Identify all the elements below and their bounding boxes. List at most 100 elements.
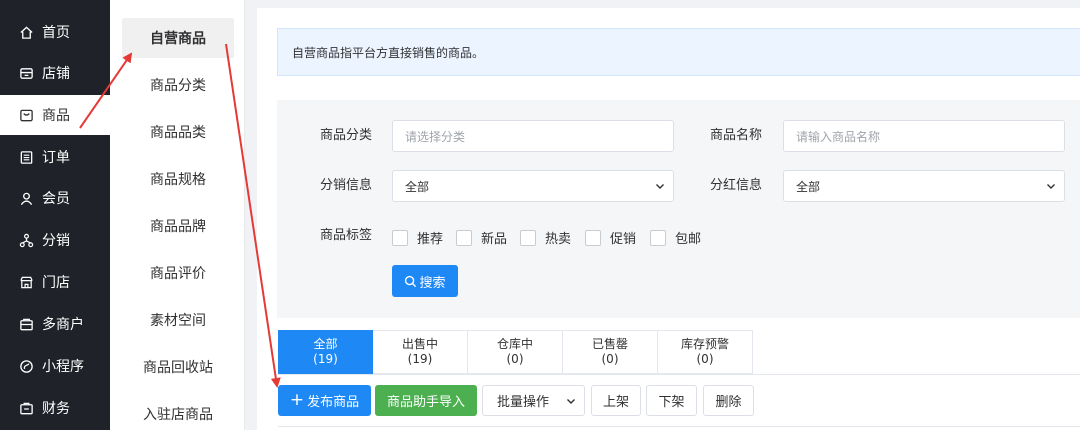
filter-panel: 商品分类 请选择分类 商品名称 请输入商品名称 分销信息 全部 分红信息 全部 … bbox=[277, 100, 1080, 318]
distribution-value: 全部 bbox=[405, 179, 430, 194]
tab-count: (19) bbox=[407, 352, 433, 366]
publish-goods-button[interactable]: + 发布商品 bbox=[278, 385, 371, 416]
checkbox-square[interactable] bbox=[650, 229, 666, 246]
tags-label: 商品标签 bbox=[319, 228, 372, 243]
distribution-select[interactable]: 全部 bbox=[392, 170, 674, 202]
checkbox-square[interactable] bbox=[585, 229, 601, 246]
tab-count: (0) bbox=[601, 352, 619, 366]
delete-button[interactable]: 删除 bbox=[703, 385, 754, 416]
tab-sold-out[interactable]: 已售罄 (0) bbox=[563, 330, 658, 374]
tab-label: 库存预警 bbox=[680, 337, 729, 351]
category-placeholder: 请选择分类 bbox=[405, 129, 466, 144]
nav-item-store[interactable]: 门店 bbox=[0, 262, 110, 302]
nav-item-label: 订单 bbox=[42, 150, 70, 166]
publish-goods-label: 发布商品 bbox=[307, 395, 360, 410]
batch-operation-label: 批量操作 bbox=[497, 395, 550, 410]
nav-item-member[interactable]: 会员 bbox=[0, 178, 110, 218]
notice-text: 自营商品指平台方直接销售的商品。 bbox=[292, 45, 485, 60]
subnav-goods-brand[interactable]: 商品品牌 bbox=[122, 206, 234, 246]
dividend-label: 分红信息 bbox=[709, 178, 762, 193]
search-button[interactable]: 搜索 bbox=[392, 265, 458, 297]
tag-label: 包邮 bbox=[675, 232, 702, 247]
subnav-label: 商品品牌 bbox=[150, 219, 206, 235]
chevron-down-icon bbox=[1047, 184, 1055, 189]
order-icon bbox=[18, 149, 34, 165]
merchant-icon bbox=[18, 316, 34, 332]
nav-item-finance[interactable]: 财务 bbox=[0, 388, 110, 428]
tab-count: (0) bbox=[506, 352, 524, 366]
home-icon bbox=[18, 24, 34, 40]
tab-warehouse[interactable]: 仓库中 (0) bbox=[468, 330, 563, 374]
tag-checkbox-promotion[interactable]: 促销 bbox=[585, 228, 636, 247]
nav-item-label: 小程序 bbox=[42, 359, 84, 375]
subnav-label: 素材空间 bbox=[150, 313, 206, 329]
subnav-label: 商品分类 bbox=[150, 78, 206, 94]
tab-label: 出售中 bbox=[401, 337, 438, 351]
batch-operation-select[interactable]: 批量操作 bbox=[482, 385, 585, 416]
tab-stock-warning[interactable]: 库存预警 (0) bbox=[658, 330, 753, 374]
subnav-material-space[interactable]: 素材空间 bbox=[122, 300, 234, 340]
tag-checkbox-hot[interactable]: 热卖 bbox=[520, 228, 571, 247]
on-shelf-label: 上架 bbox=[602, 395, 629, 410]
nav-item-label: 门店 bbox=[42, 275, 70, 291]
finance-icon bbox=[18, 400, 34, 416]
nav-item-home[interactable]: 首页 bbox=[0, 12, 110, 52]
tab-all[interactable]: 全部 (19) bbox=[278, 330, 373, 374]
tag-label: 推荐 bbox=[417, 232, 444, 247]
checkbox-square[interactable] bbox=[456, 229, 472, 246]
goods-icon bbox=[18, 107, 34, 123]
nav-item-order[interactable]: 订单 bbox=[0, 137, 110, 177]
table-top-border bbox=[278, 426, 1080, 427]
category-label: 商品分类 bbox=[319, 128, 372, 143]
nav-item-label: 首页 bbox=[42, 25, 70, 41]
nav-item-label: 多商户 bbox=[42, 317, 84, 333]
import-goods-button[interactable]: 商品助手导入 bbox=[375, 385, 477, 416]
subnav-label: 自营商品 bbox=[150, 31, 206, 47]
nav-item-label: 商品 bbox=[42, 108, 70, 124]
tabs-divider bbox=[278, 374, 1080, 375]
nav-item-merchant[interactable]: 多商户 bbox=[0, 304, 110, 344]
miniprogram-icon bbox=[18, 358, 34, 374]
delete-label: 删除 bbox=[715, 395, 742, 410]
nav-item-label: 会员 bbox=[42, 191, 70, 207]
subnav-goods-type[interactable]: 商品品类 bbox=[122, 112, 234, 152]
off-shelf-button[interactable]: 下架 bbox=[646, 385, 697, 416]
checkbox-square[interactable] bbox=[520, 229, 536, 246]
tag-checkbox-recommend[interactable]: 推荐 bbox=[392, 228, 443, 247]
tab-label: 仓库中 bbox=[496, 337, 533, 351]
nav-item-label: 财务 bbox=[42, 401, 70, 417]
distribution-label: 分销信息 bbox=[319, 178, 372, 193]
tab-label: 已售罄 bbox=[591, 337, 628, 351]
subnav-settled-store-goods[interactable]: 入驻店商品 bbox=[122, 394, 234, 430]
tab-count: (0) bbox=[696, 352, 714, 366]
nav-item-goods[interactable]: 商品 bbox=[0, 95, 110, 135]
tag-checkbox-free-shipping[interactable]: 包邮 bbox=[650, 228, 701, 247]
goods-name-input[interactable]: 请输入商品名称 bbox=[783, 120, 1065, 152]
tab-count: (19) bbox=[313, 352, 338, 366]
nav-item-shop[interactable]: 店铺 bbox=[0, 53, 110, 93]
store-icon bbox=[18, 274, 34, 290]
subnav-label: 商品回收站 bbox=[143, 360, 213, 376]
category-select[interactable]: 请选择分类 bbox=[392, 120, 674, 152]
subnav-recycle-bin[interactable]: 商品回收站 bbox=[122, 347, 234, 387]
on-shelf-button[interactable]: 上架 bbox=[591, 385, 641, 416]
dividend-select[interactable]: 全部 bbox=[783, 170, 1065, 202]
subnav-goods-spec[interactable]: 商品规格 bbox=[122, 159, 234, 199]
goods-name-label: 商品名称 bbox=[709, 128, 762, 143]
subnav-label: 入驻店商品 bbox=[143, 407, 213, 423]
subnav-self-goods[interactable]: 自营商品 bbox=[122, 18, 234, 58]
search-button-label: 搜索 bbox=[419, 275, 446, 291]
chevron-down-icon bbox=[567, 398, 575, 404]
tag-checkbox-new[interactable]: 新品 bbox=[456, 228, 507, 247]
nav-item-distribution[interactable]: 分销 bbox=[0, 220, 110, 260]
subnav-goods-review[interactable]: 商品评价 bbox=[122, 253, 234, 293]
app-root: 首页 店铺 商品 订单 会员 分销 门店 多商户 小程序 财务 自营商品 商品分… bbox=[0, 0, 1080, 430]
user-icon bbox=[18, 190, 34, 206]
main-content: 自营商品指平台方直接销售的商品。 商品分类 请选择分类 商品名称 请输入商品名称… bbox=[257, 8, 1080, 430]
tab-on-sale[interactable]: 出售中 (19) bbox=[373, 330, 468, 374]
checkbox-square[interactable] bbox=[392, 229, 408, 246]
tag-label: 促销 bbox=[610, 232, 637, 247]
subnav-goods-category[interactable]: 商品分类 bbox=[122, 65, 234, 105]
nav-item-miniprogram[interactable]: 小程序 bbox=[0, 346, 110, 386]
nav-item-label: 店铺 bbox=[42, 66, 70, 82]
